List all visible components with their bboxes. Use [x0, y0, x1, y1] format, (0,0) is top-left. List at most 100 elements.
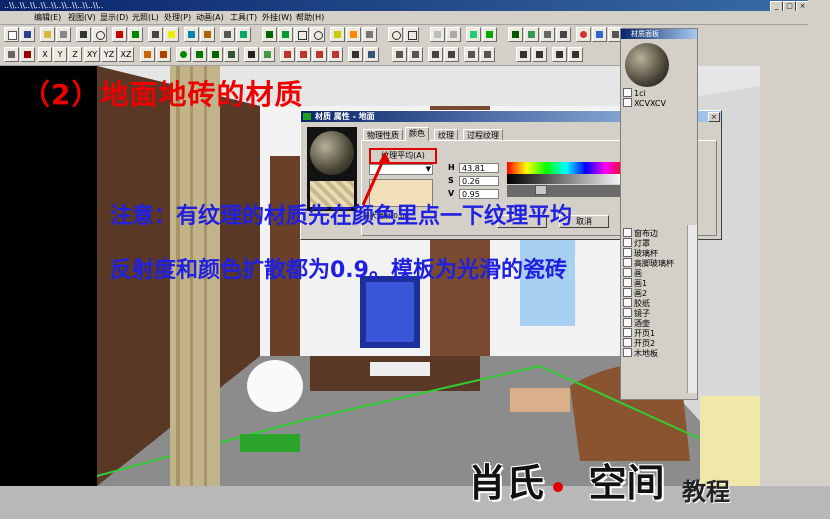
tab-color[interactable]: 颜色 — [405, 127, 429, 141]
extrude-button[interactable] — [328, 47, 343, 62]
target-button[interactable] — [176, 47, 191, 62]
list-item[interactable]: 玻璃杯 — [623, 248, 658, 258]
move-button[interactable] — [220, 27, 235, 42]
axis-z-button[interactable]: Z — [68, 47, 82, 62]
orbit-button[interactable] — [224, 47, 239, 62]
frame-button[interactable] — [568, 47, 583, 62]
grid-button[interactable] — [446, 27, 461, 42]
walk-button[interactable] — [278, 27, 293, 42]
window-button[interactable] — [404, 27, 419, 42]
saturation-slider[interactable] — [507, 185, 625, 197]
measure-button[interactable] — [480, 47, 495, 62]
box-blue-button[interactable] — [466, 27, 481, 42]
fly-button[interactable] — [532, 47, 547, 62]
group-button[interactable] — [556, 27, 571, 42]
save-button[interactable] — [20, 27, 35, 42]
sun-button[interactable] — [346, 27, 361, 42]
delete-button[interactable] — [20, 47, 35, 62]
edit-button[interactable] — [348, 47, 363, 62]
open-button[interactable] — [40, 27, 55, 42]
pick-button[interactable] — [260, 47, 275, 62]
list-item[interactable]: 木地板 — [623, 348, 658, 358]
list-item[interactable]: 开页2 — [623, 338, 655, 348]
light-button[interactable] — [164, 27, 179, 42]
info-button[interactable] — [364, 47, 379, 62]
menu-edit[interactable]: 编辑(E) — [34, 11, 61, 24]
scale-button[interactable] — [280, 47, 295, 62]
render-button[interactable] — [184, 27, 199, 42]
list-item[interactable]: 镜子 — [623, 308, 650, 318]
saturation-input[interactable]: 0.26 — [459, 176, 499, 186]
link-button[interactable] — [392, 47, 407, 62]
array-button[interactable] — [312, 47, 327, 62]
spectrum-picker[interactable] — [507, 162, 625, 174]
undo-button[interactable] — [4, 47, 19, 62]
print-button[interactable] — [56, 27, 71, 42]
panel-scrollbar[interactable] — [687, 225, 697, 393]
axis-x-button[interactable]: X — [38, 47, 52, 62]
list-item[interactable]: 画1 — [623, 278, 647, 288]
align-button[interactable] — [156, 47, 171, 62]
select-button[interactable] — [76, 27, 91, 42]
zoom-in-button[interactable] — [388, 27, 403, 42]
menu-process[interactable]: 处理(P) — [164, 11, 191, 24]
list-item[interactable]: 胶纸 — [623, 298, 650, 308]
list-item[interactable]: 酒壶 — [623, 318, 650, 328]
menu-plugins[interactable]: 外挂(W) — [262, 11, 292, 24]
list-item[interactable]: 高脚玻璃杯 — [623, 258, 674, 268]
axis-xy-button[interactable]: XY — [84, 47, 100, 62]
box-green-button[interactable] — [482, 27, 497, 42]
hue-input[interactable]: 43.81 — [459, 163, 499, 173]
menu-lighting[interactable]: 光照(L) — [132, 11, 159, 24]
texture-button[interactable] — [200, 27, 215, 42]
dialog-close-button[interactable]: × — [708, 112, 720, 122]
zoom-button[interactable] — [92, 27, 107, 42]
slider-thumb[interactable] — [535, 185, 547, 195]
menu-animation[interactable]: 动画(A) — [196, 11, 224, 24]
menu-tools[interactable]: 工具(T) — [230, 11, 257, 24]
list-item[interactable]: 1ci — [623, 88, 646, 98]
menu-help[interactable]: 帮助(H) — [296, 11, 324, 24]
zoom-all-button[interactable] — [310, 27, 325, 42]
object-button[interactable] — [508, 27, 523, 42]
view-front-icon — [116, 31, 123, 38]
fit-button[interactable] — [208, 47, 223, 62]
menu-view[interactable]: 视图(V) — [68, 11, 96, 24]
layer-button[interactable] — [428, 47, 443, 62]
camera-button[interactable] — [148, 27, 163, 42]
copy-button[interactable] — [524, 27, 539, 42]
list-item[interactable]: 灯罩 — [623, 238, 650, 248]
split-button[interactable] — [464, 47, 479, 62]
light-source-button[interactable] — [330, 27, 345, 42]
path-button[interactable] — [552, 47, 567, 62]
paste-button[interactable] — [540, 27, 555, 42]
layer2-button[interactable] — [444, 47, 459, 62]
list-item[interactable]: XCVXCV — [623, 98, 666, 108]
axis-yz-button[interactable]: YZ — [101, 47, 117, 62]
mirror-button[interactable] — [296, 47, 311, 62]
axis-xz-button[interactable]: XZ — [118, 47, 134, 62]
list-item[interactable]: 画 — [623, 268, 642, 278]
zoom-window-button[interactable] — [294, 27, 309, 42]
axis-y-button[interactable]: Y — [53, 47, 67, 62]
walk-through-button[interactable] — [516, 47, 531, 62]
list-item[interactable]: 开页1 — [623, 328, 655, 338]
material-button[interactable] — [430, 27, 445, 42]
unlink-button[interactable] — [408, 47, 423, 62]
rotate-button[interactable] — [236, 27, 251, 42]
spot-button[interactable] — [362, 27, 377, 42]
pointer-button[interactable] — [244, 47, 259, 62]
lamp-icon — [334, 31, 341, 38]
snap-button[interactable] — [140, 47, 155, 62]
list-item[interactable]: 画2 — [623, 288, 647, 298]
palette-button[interactable] — [592, 27, 607, 42]
list-item[interactable]: 窗布边 — [623, 228, 658, 238]
eye-button[interactable] — [262, 27, 277, 42]
menu-display[interactable]: 显示(D) — [100, 11, 128, 24]
color-wheel-button[interactable] — [576, 27, 591, 42]
brightness-picker[interactable] — [507, 174, 625, 184]
new-file-button[interactable] — [4, 27, 19, 42]
view-front-button[interactable] — [112, 27, 127, 42]
stop-button[interactable] — [192, 47, 207, 62]
view-top-button[interactable] — [128, 27, 143, 42]
